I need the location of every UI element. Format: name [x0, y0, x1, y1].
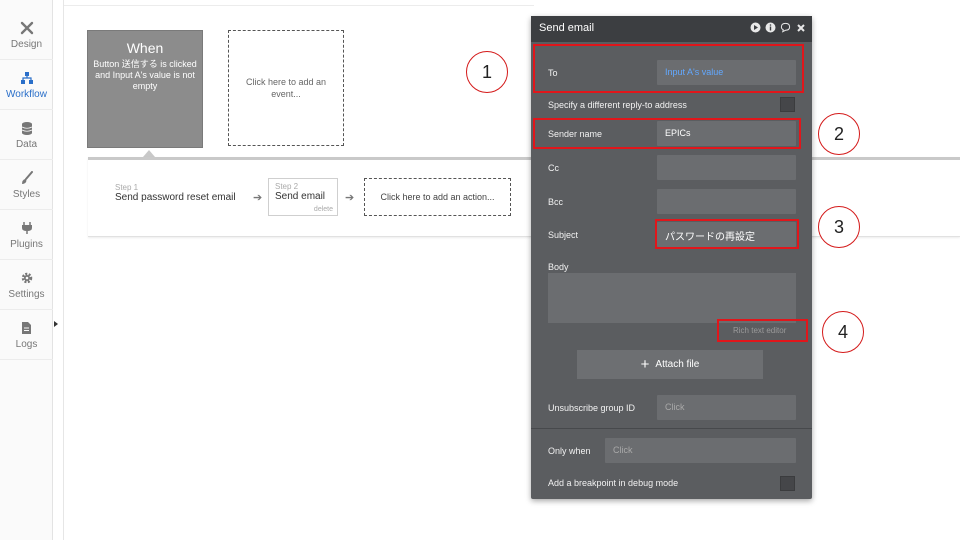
event-title: When — [126, 40, 164, 56]
step-name: Send email — [275, 191, 326, 202]
info-icon[interactable] — [765, 22, 776, 33]
step-2-card[interactable]: Step 2 Send email delete — [268, 178, 338, 216]
sidebar-item-design[interactable]: Design — [0, 10, 53, 60]
sidebar: Design Workflow Data Styles Plugins Sett… — [0, 0, 53, 540]
sidebar-item-label: Data — [15, 138, 38, 150]
sidebar-item-label: Plugins — [10, 238, 43, 250]
subject-label: Subject — [548, 230, 579, 240]
workflow-tree-icon — [19, 70, 35, 86]
reply-to-label: Specify a different reply-to address — [548, 100, 687, 110]
sidebar-item-label: Settings — [8, 288, 45, 300]
annotation-marker-3: 3 — [818, 206, 860, 248]
delete-step-link[interactable]: delete — [314, 206, 333, 213]
arrow-right-icon: ➔ — [345, 192, 355, 204]
editor-header[interactable]: Send email — [531, 16, 812, 42]
plus-icon: + — [640, 356, 650, 373]
attach-file-button[interactable]: + Attach file — [577, 350, 763, 379]
unsubscribe-group-field[interactable]: Click — [657, 395, 796, 420]
body-label: Body — [548, 262, 569, 272]
sidebar-item-plugins[interactable]: Plugins — [0, 210, 53, 260]
divider — [63, 0, 64, 540]
annotation-marker-4: 4 — [822, 311, 864, 353]
sidebar-collapse-icon[interactable] — [54, 321, 58, 327]
editor-header-icons — [750, 22, 806, 33]
body-field[interactable] — [548, 273, 796, 323]
annotation-marker-1: 1 — [466, 51, 508, 93]
step-name: Send password reset email — [115, 192, 236, 203]
design-tools-icon — [19, 20, 35, 36]
step-number: Step 1 — [115, 183, 139, 192]
event-description: Button 送信する is clicked and Input A's val… — [93, 59, 197, 91]
play-icon[interactable] — [750, 22, 761, 33]
sidebar-item-label: Workflow — [6, 88, 47, 100]
sidebar-item-label: Design — [10, 38, 43, 50]
highlight-sender-name — [533, 118, 801, 149]
add-action-button[interactable]: Click here to add an action... — [364, 178, 511, 216]
add-event-button[interactable]: Click here to add an event... — [228, 30, 344, 146]
attach-file-label: Attach file — [655, 359, 700, 370]
cc-field[interactable] — [657, 155, 796, 180]
sidebar-item-workflow[interactable]: Workflow — [0, 60, 53, 110]
step-number: Step 2 — [275, 182, 299, 191]
selected-event-pointer-icon — [143, 150, 155, 157]
step-1-card[interactable]: Step 1 Send password reset email — [115, 183, 236, 203]
document-icon — [19, 320, 35, 336]
close-icon[interactable] — [795, 22, 806, 33]
gear-icon — [19, 270, 35, 286]
sidebar-item-styles[interactable]: Styles — [0, 160, 53, 210]
tab-strip — [64, 0, 534, 6]
database-icon — [19, 120, 35, 136]
sidebar-item-logs[interactable]: Logs — [0, 310, 53, 360]
unsubscribe-group-label: Unsubscribe group ID — [548, 403, 636, 413]
comment-icon[interactable] — [780, 22, 791, 33]
sidebar-item-label: Styles — [12, 188, 41, 200]
brush-icon — [19, 170, 35, 186]
highlight-subject — [655, 219, 799, 249]
event-card-when[interactable]: When Button 送信する is clicked and Input A'… — [87, 30, 203, 148]
breakpoint-checkbox[interactable] — [780, 476, 795, 491]
breakpoint-label: Add a breakpoint in debug mode — [548, 478, 679, 488]
bcc-label: Bcc — [548, 197, 564, 207]
sidebar-item-data[interactable]: Data — [0, 110, 53, 160]
highlight-to — [533, 44, 804, 93]
arrow-right-icon: ➔ — [253, 192, 263, 204]
bcc-field[interactable] — [657, 189, 796, 214]
annotation-marker-2: 2 — [818, 113, 860, 155]
only-when-label: Only when — [548, 446, 591, 456]
only-when-field[interactable]: Click — [605, 438, 796, 463]
divider — [531, 428, 812, 429]
cc-label: Cc — [548, 163, 559, 173]
highlight-rich-text — [717, 319, 808, 342]
sidebar-item-settings[interactable]: Settings — [0, 260, 53, 310]
editor-title: Send email — [539, 22, 595, 34]
plug-icon — [19, 220, 35, 236]
sidebar-item-label: Logs — [15, 338, 38, 350]
workflow-editor: Design Workflow Data Styles Plugins Sett… — [0, 0, 960, 540]
reply-to-checkbox[interactable] — [780, 97, 795, 112]
